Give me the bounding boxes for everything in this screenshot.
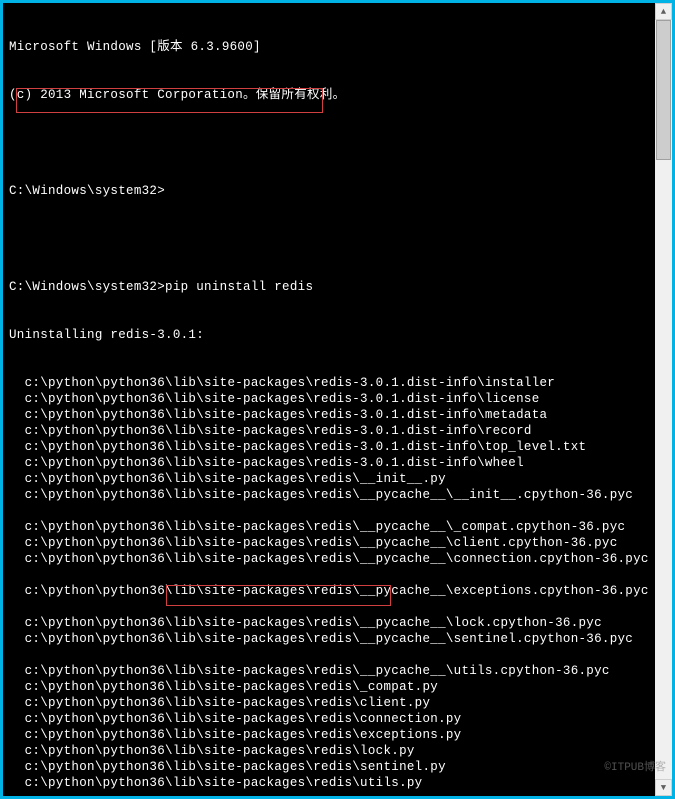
file-path: c:\python\python36\lib\site-packages\red… xyxy=(9,551,649,567)
file-path xyxy=(9,599,649,615)
file-path: c:\python\python36\lib\site-packages\red… xyxy=(9,471,649,487)
cmd-text: pip uninstall redis xyxy=(165,280,313,294)
file-path: c:\python\python36\lib\site-packages\red… xyxy=(9,695,649,711)
file-path: c:\python\python36\lib\site-packages\red… xyxy=(9,727,649,743)
header-line-1: Microsoft Windows [版本 6.3.9600] xyxy=(9,39,649,55)
vertical-scrollbar[interactable]: ▲ ▼ xyxy=(655,3,672,796)
file-path: c:\python\python36\lib\site-packages\red… xyxy=(9,391,649,407)
file-path: c:\python\python36\lib\site-packages\red… xyxy=(9,375,649,391)
terminal-output[interactable]: Microsoft Windows [版本 6.3.9600] (c) 2013… xyxy=(3,3,655,796)
blank-line xyxy=(9,231,649,247)
file-path: c:\python\python36\lib\site-packages\red… xyxy=(9,423,649,439)
file-path: c:\python\python36\lib\site-packages\red… xyxy=(9,519,649,535)
command-uninstall: C:\Windows\system32>pip uninstall redis xyxy=(9,279,649,295)
file-path xyxy=(9,567,649,583)
file-path: c:\python\python36\lib\site-packages\red… xyxy=(9,663,649,679)
scroll-up-button[interactable]: ▲ xyxy=(655,3,672,20)
file-path: c:\python\python36\lib\site-packages\red… xyxy=(9,615,649,631)
uninstall-header: Uninstalling redis-3.0.1: xyxy=(9,327,649,343)
file-path: c:\python\python36\lib\site-packages\red… xyxy=(9,711,649,727)
header-line-2: (c) 2013 Microsoft Corporation。保留所有权利。 xyxy=(9,87,649,103)
scroll-thumb[interactable] xyxy=(656,20,671,160)
prompt-text: C:\Windows\system32> xyxy=(9,280,165,294)
file-path: c:\python\python36\lib\site-packages\red… xyxy=(9,631,649,647)
file-path: c:\python\python36\lib\site-packages\red… xyxy=(9,679,649,695)
file-path: c:\python\python36\lib\site-packages\red… xyxy=(9,775,649,791)
file-path: c:\python\python36\lib\site-packages\red… xyxy=(9,455,649,471)
file-list: c:\python\python36\lib\site-packages\red… xyxy=(9,375,649,791)
file-path: c:\python\python36\lib\site-packages\red… xyxy=(9,743,649,759)
blank-line xyxy=(9,135,649,151)
file-path xyxy=(9,647,649,663)
file-path xyxy=(9,503,649,519)
file-path: c:\python\python36\lib\site-packages\red… xyxy=(9,583,649,599)
file-path: c:\python\python36\lib\site-packages\red… xyxy=(9,487,649,503)
file-path: c:\python\python36\lib\site-packages\red… xyxy=(9,407,649,423)
terminal-window: Microsoft Windows [版本 6.3.9600] (c) 2013… xyxy=(3,3,672,796)
scroll-track[interactable] xyxy=(655,20,672,779)
file-path: c:\python\python36\lib\site-packages\red… xyxy=(9,759,649,775)
file-path: c:\python\python36\lib\site-packages\red… xyxy=(9,439,649,455)
watermark-text: ©ITPUB博客 xyxy=(604,758,666,774)
scroll-down-button[interactable]: ▼ xyxy=(655,779,672,796)
file-path: c:\python\python36\lib\site-packages\red… xyxy=(9,535,649,551)
prompt-empty: C:\Windows\system32> xyxy=(9,183,649,199)
